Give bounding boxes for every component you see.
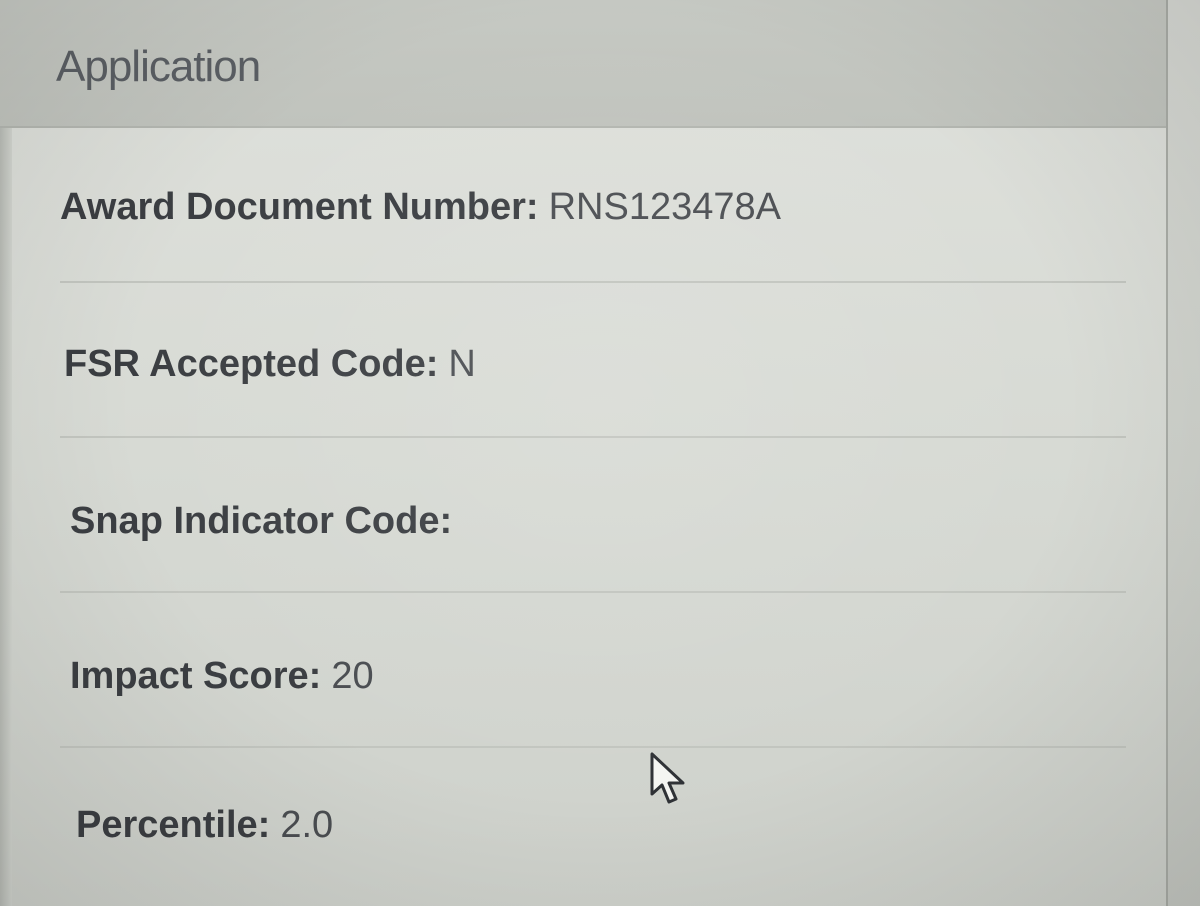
field-row-impact-score: Impact Score: 20 [0,593,1166,748]
field-row-snap-indicator-code: Snap Indicator Code: [0,438,1166,593]
field-impact-score: Impact Score: 20 [70,655,374,698]
field-row-percentile: Percentile: 2.0 [0,748,1166,903]
field-value: 2.0 [280,804,334,846]
field-award-document-number: Award Document Number: RNS123478A [60,186,781,229]
field-row-award-document-number: Award Document Number: RNS123478A [0,128,1166,283]
panel-header: Application [0,0,1166,128]
field-value: 20 [331,655,374,697]
application-panel: Application Award Document Number: RNS123… [0,0,1168,906]
field-snap-indicator-code: Snap Indicator Code: [70,500,462,543]
screen: Application Award Document Number: RNS123… [0,0,1200,906]
field-label: Percentile: [76,804,271,846]
field-row-fsr-accepted-code: FSR Accepted Code: N [0,283,1166,438]
field-label: Impact Score: [70,655,322,697]
panel-title: Application [56,42,261,91]
mouse-pointer-icon [650,752,685,804]
field-value: RNS123478A [548,186,781,228]
field-label: Snap Indicator Code: [70,500,453,542]
field-label: FSR Accepted Code: [64,343,439,385]
field-value: N [448,343,476,385]
field-fsr-accepted-code: FSR Accepted Code: N [64,343,476,386]
field-label: Award Document Number: [60,186,539,228]
field-percentile: Percentile: 2.0 [76,804,333,847]
